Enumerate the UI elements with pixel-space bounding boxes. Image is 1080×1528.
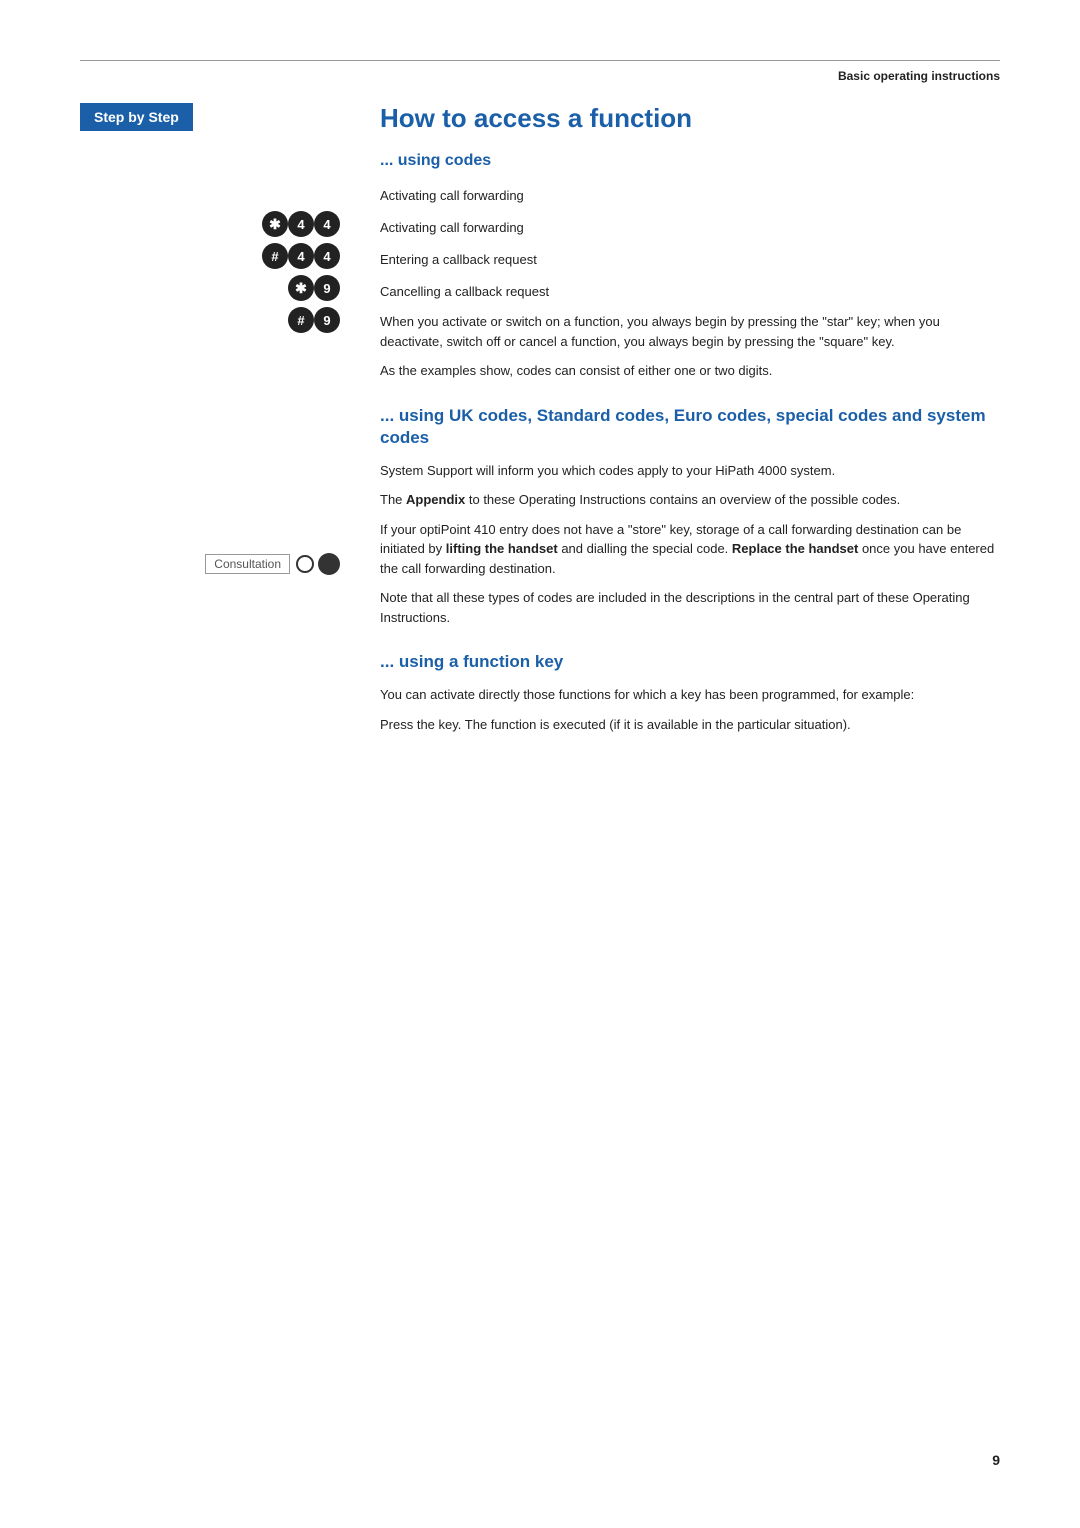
consultation-description: Press the key. The function is executed … — [380, 715, 1000, 735]
left-column: Step by Step ✱ 4 4 # 4 4 ✱ 9 — [80, 103, 360, 744]
header-divider — [80, 60, 1000, 61]
codes-block: Activating call forwarding Activating ca… — [380, 182, 1000, 304]
left-icons-area: ✱ 4 4 # 4 4 ✱ 9 # 9 — [80, 211, 340, 575]
paragraph-4: The Appendix to these Operating Instruct… — [380, 490, 1000, 510]
dot-black-icon — [318, 553, 340, 575]
para5-mid: and dialling the special code. — [558, 541, 732, 556]
page-number: 9 — [992, 1452, 1000, 1468]
consultation-label-box: Consultation — [205, 554, 290, 574]
para4-pre: The — [380, 492, 406, 507]
header-section-title: Basic operating instructions — [80, 69, 1000, 83]
code-desc-row-3: Entering a callback request — [380, 246, 1000, 272]
main-layout: Step by Step ✱ 4 4 # 4 4 ✱ 9 — [80, 103, 1000, 744]
num4-icon-1b: 4 — [314, 211, 340, 237]
hash-icon-4: # — [288, 307, 314, 333]
paragraph-7: You can activate directly those function… — [380, 685, 1000, 705]
code-desc-3: Entering a callback request — [380, 252, 1000, 267]
function-key-heading: ... using a function key — [380, 651, 1000, 673]
code-icons-row-1: ✱ 4 4 — [80, 211, 340, 237]
code-desc-row-2: Activating call forwarding — [380, 214, 1000, 240]
uk-codes-heading: ... using UK codes, Standard codes, Euro… — [380, 405, 1000, 449]
hash-icon-2: # — [262, 243, 288, 269]
code-desc-1: Activating call forwarding — [380, 188, 1000, 203]
code-icons-row-2: # 4 4 — [80, 243, 340, 269]
para4-bold: Appendix — [406, 492, 465, 507]
consultation-left-area: Consultation — [80, 553, 340, 575]
star-icon-1: ✱ — [262, 211, 288, 237]
star-icon-3: ✱ — [288, 275, 314, 301]
para4-post: to these Operating Instructions contains… — [465, 492, 900, 507]
num9-icon-3: 9 — [314, 275, 340, 301]
code-desc-row-1: Activating call forwarding — [380, 182, 1000, 208]
num4-icon-1a: 4 — [288, 211, 314, 237]
paragraph-3: System Support will inform you which cod… — [380, 461, 1000, 481]
consultation-indicator — [296, 553, 340, 575]
num4-icon-2a: 4 — [288, 243, 314, 269]
using-codes-heading: ... using codes — [380, 152, 1000, 170]
code-desc-2: Activating call forwarding — [380, 220, 1000, 235]
code-desc-row-4: Cancelling a callback request — [380, 278, 1000, 304]
page-title: How to access a function — [380, 103, 1000, 134]
para5-bold2: Replace the handset — [732, 541, 858, 556]
code-icons-row-4: # 9 — [80, 307, 340, 333]
paragraph-6: Note that all these types of codes are i… — [380, 588, 1000, 627]
dot-white-icon — [296, 555, 314, 573]
step-by-step-badge: Step by Step — [80, 103, 193, 131]
code-desc-4: Cancelling a callback request — [380, 284, 1000, 299]
num9-icon-4: 9 — [314, 307, 340, 333]
page-container: Basic operating instructions Step by Ste… — [0, 0, 1080, 1528]
paragraph-5: If your optiPoint 410 entry does not hav… — [380, 520, 1000, 579]
right-column: How to access a function ... using codes… — [360, 103, 1000, 744]
para5-bold1: lifting the handset — [446, 541, 558, 556]
num4-icon-2b: 4 — [314, 243, 340, 269]
paragraph-2: As the examples show, codes can consist … — [380, 361, 1000, 381]
paragraph-1: When you activate or switch on a functio… — [380, 312, 1000, 351]
code-icons-row-3: ✱ 9 — [80, 275, 340, 301]
